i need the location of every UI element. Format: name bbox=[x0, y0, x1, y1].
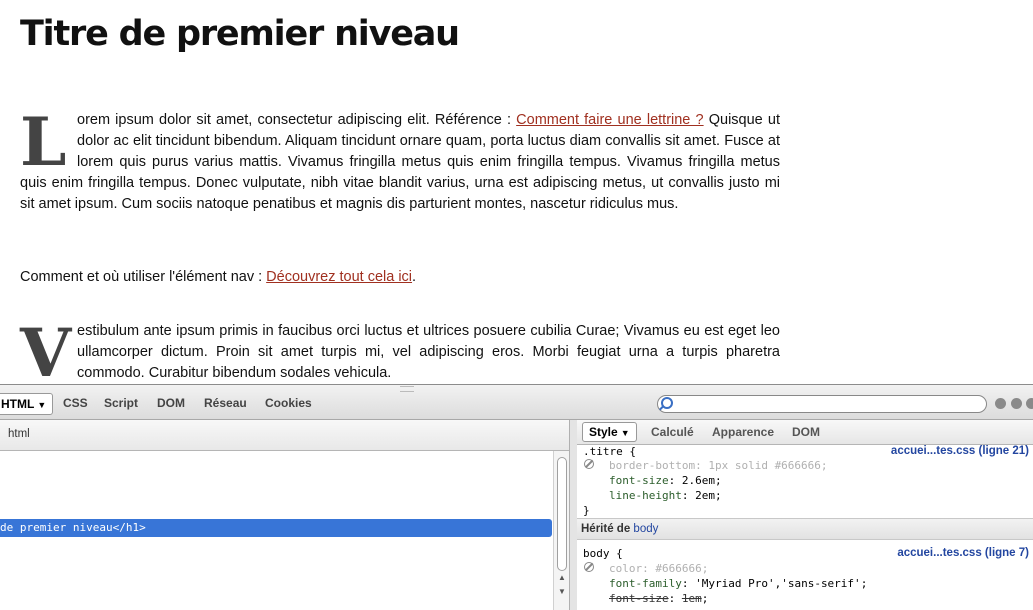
property-value: 2em bbox=[695, 489, 715, 502]
tab-dom[interactable]: DOM bbox=[157, 396, 185, 410]
tab-style-label: Style bbox=[589, 425, 618, 439]
resize-grip[interactable] bbox=[400, 386, 414, 392]
html-tree: de premier niveau</h1> bbox=[0, 451, 553, 610]
declaration[interactable]: line-height: 2em; bbox=[609, 489, 722, 503]
web-page: Titre de premier niveau Lorem ipsum dolo… bbox=[0, 0, 1033, 384]
tab-html-label: HTML bbox=[1, 397, 35, 411]
detach-icon[interactable] bbox=[1011, 398, 1022, 409]
paragraph-2: Comment et où utiliser l'élément nav : D… bbox=[20, 267, 780, 288]
p2-period: . bbox=[412, 269, 417, 285]
disabled-declaration[interactable]: color: #666666; bbox=[609, 562, 708, 576]
tab-html[interactable]: HTML ▼ bbox=[0, 393, 54, 415]
property-name: font-size bbox=[609, 592, 669, 605]
tab-style[interactable]: Style ▼ bbox=[582, 422, 637, 442]
drop-cap-l: L bbox=[20, 103, 67, 181]
property-value: 'Myriad Pro','sans-serif' bbox=[695, 577, 861, 590]
property-name: line-height bbox=[609, 489, 682, 502]
tab-reseau[interactable]: Réseau bbox=[204, 396, 247, 410]
search-input[interactable] bbox=[657, 395, 987, 413]
disabled-icon[interactable] bbox=[584, 459, 594, 469]
side-panel-tabs: Style ▼ Calculé Apparence DOM bbox=[577, 420, 1033, 445]
breadcrumb-item-html[interactable]: html bbox=[8, 428, 30, 440]
style-rules: .titre { accuei...tes.css (ligne 21) bor… bbox=[577, 445, 1033, 610]
tab-script[interactable]: Script bbox=[104, 396, 138, 410]
property-value: 2.6em bbox=[681, 474, 715, 487]
p1-text-before: orem ipsum dolor sit amet, consectetur a… bbox=[77, 112, 517, 128]
close-icon[interactable] bbox=[1026, 398, 1033, 409]
scroll-up-icon[interactable]: ▲ bbox=[558, 573, 566, 582]
tab-cookies[interactable]: Cookies bbox=[265, 396, 312, 410]
rule-selector[interactable]: .titre { bbox=[583, 445, 636, 459]
disabled-declaration[interactable]: border-bottom: 1px solid #666666; bbox=[609, 459, 828, 473]
declaration[interactable]: font-family: 'Myriad Pro','sans-serif'; bbox=[609, 577, 867, 591]
disabled-icon[interactable] bbox=[584, 562, 594, 572]
scroll-down-icon[interactable]: ▼ bbox=[558, 587, 566, 596]
p3-text: estibulum ante ipsum primis in faucibus … bbox=[77, 323, 780, 381]
paragraph-1: Lorem ipsum dolor sit amet, consectetur … bbox=[20, 103, 780, 215]
nav-link[interactable]: Découvrez tout cela ici bbox=[266, 269, 412, 285]
minimize-icon[interactable] bbox=[995, 398, 1006, 409]
property-name: font-size bbox=[609, 474, 669, 487]
breadcrumb: html bbox=[0, 420, 569, 451]
page-title: Titre de premier niveau bbox=[20, 14, 460, 54]
selected-node-row[interactable]: de premier niveau</h1> bbox=[0, 519, 552, 537]
rule-selector[interactable]: body { bbox=[583, 547, 623, 561]
p2-text: Comment et où utiliser l'élément nav : bbox=[20, 269, 267, 285]
rule-source-link[interactable]: accuei...tes.css (ligne 7) bbox=[897, 547, 1029, 559]
property-name: font-family bbox=[609, 577, 682, 590]
tab-calcule[interactable]: Calculé bbox=[651, 425, 694, 439]
search-icon bbox=[661, 397, 673, 409]
declaration[interactable]: font-size: 2.6em; bbox=[609, 474, 722, 488]
lettrine-link[interactable]: Comment faire une lettrine ? bbox=[516, 112, 703, 128]
drop-cap-v: V bbox=[20, 314, 72, 384]
rule-close-brace: } bbox=[583, 504, 590, 517]
devtools-toolbar: HTML ▼ CSS Script DOM Réseau Cookies bbox=[0, 385, 1033, 420]
tab-apparence[interactable]: Apparence bbox=[712, 425, 774, 439]
chevron-down-icon: ▼ bbox=[620, 428, 630, 438]
tree-scrollbar[interactable]: ▲ ▼ bbox=[553, 451, 570, 610]
inherited-label: Hérité de bbox=[581, 523, 631, 535]
scrollbar-thumb[interactable] bbox=[557, 457, 567, 571]
inherited-from-link[interactable]: body bbox=[633, 523, 658, 535]
devtools-panel: HTML ▼ CSS Script DOM Réseau Cookies html… bbox=[0, 384, 1033, 610]
paragraph-3: Vestibulum ante ipsum primis in faucibus… bbox=[20, 314, 780, 384]
overridden-declaration[interactable]: font-size: 1em; bbox=[609, 592, 708, 606]
inherited-header: Hérité de body bbox=[577, 518, 1033, 540]
chevron-down-icon: ▼ bbox=[37, 400, 47, 410]
tab-css[interactable]: CSS bbox=[63, 396, 88, 410]
property-value: 1em bbox=[681, 592, 702, 605]
tab-dom-side[interactable]: DOM bbox=[792, 425, 820, 439]
rule-source-link[interactable]: accuei...tes.css (ligne 21) bbox=[891, 445, 1029, 457]
